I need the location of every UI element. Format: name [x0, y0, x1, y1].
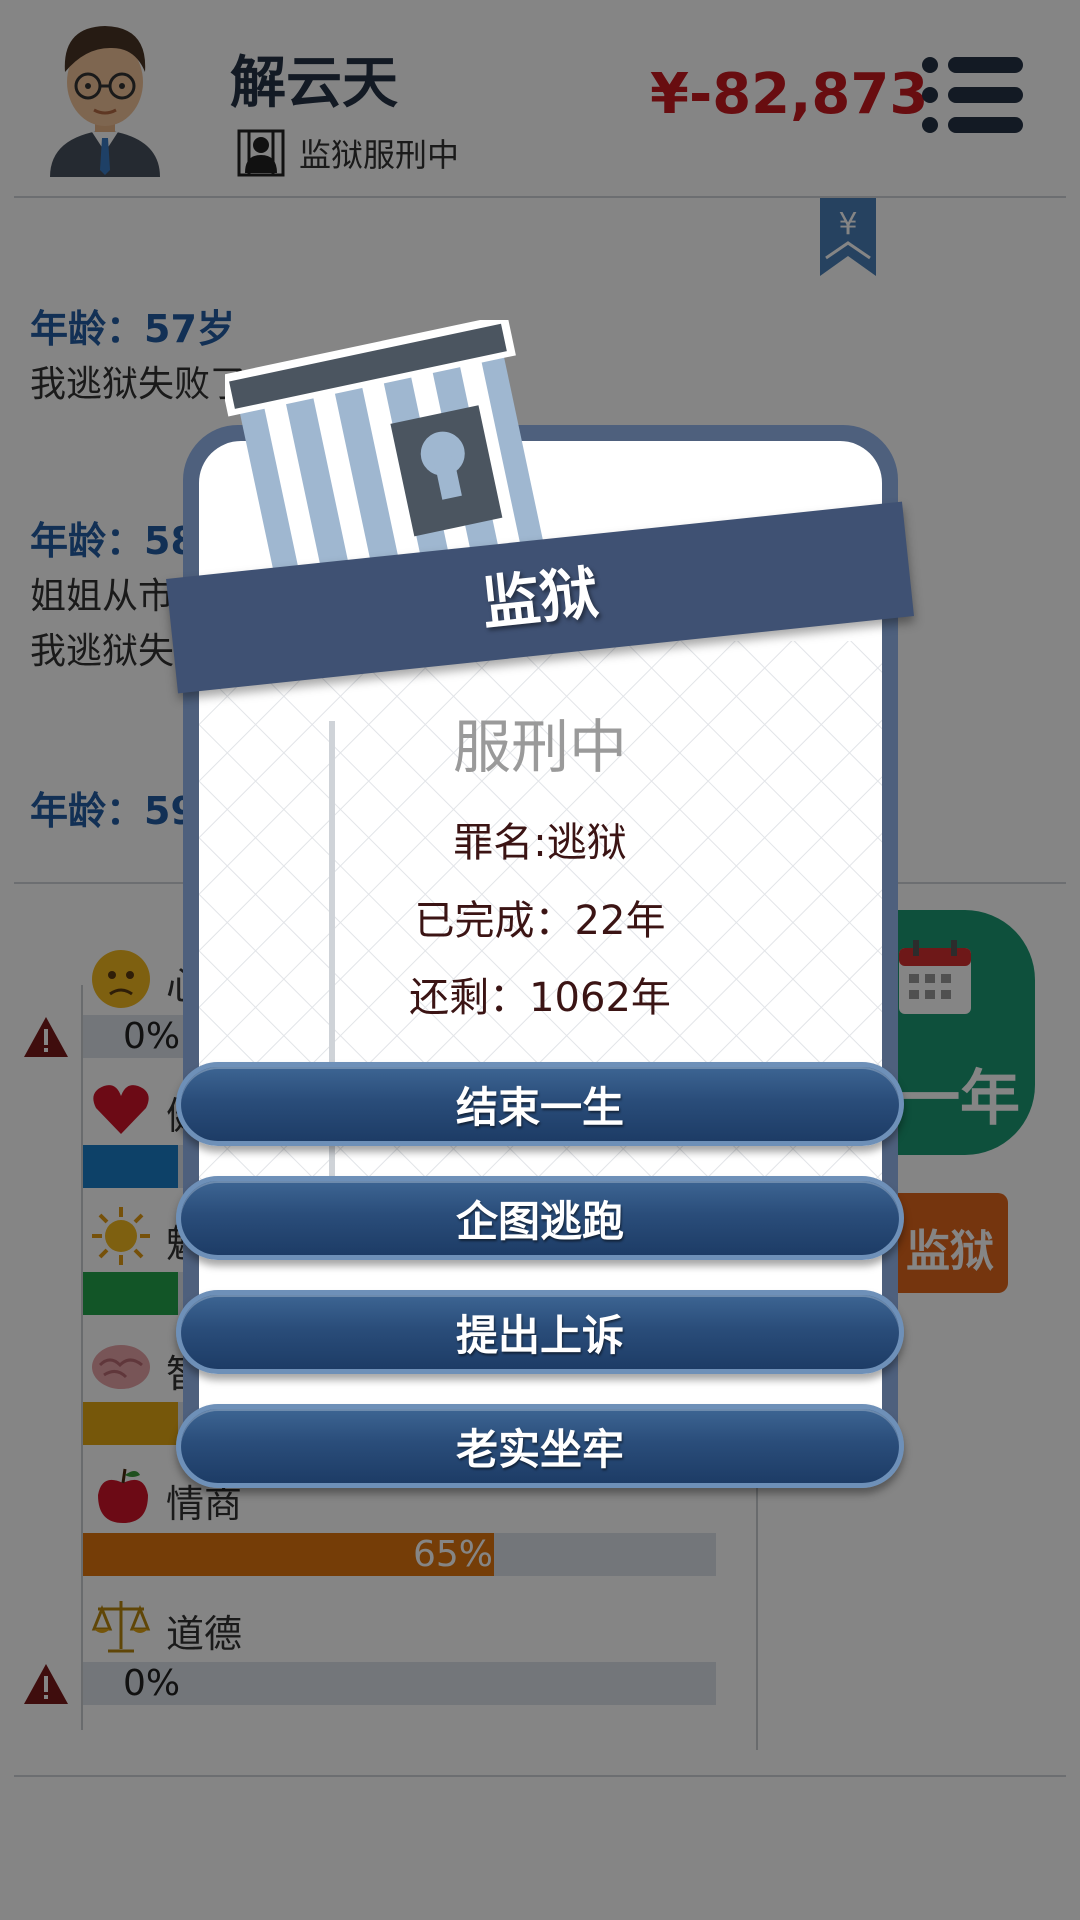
attempt-escape-button-label: 企图逃跑: [455, 1196, 624, 1246]
file-appeal-button-label: 提出上诉: [455, 1310, 624, 1360]
end-life-button-label: 结束一生: [455, 1082, 624, 1132]
serve-sentence-button-label: 老实坐牢: [455, 1424, 624, 1474]
file-appeal-button[interactable]: 提出上诉: [176, 1290, 904, 1374]
attempt-escape-button[interactable]: 企图逃跑: [176, 1176, 904, 1260]
remaining-years-text: 还剩：1062年: [409, 975, 671, 1021]
jail-icon: [225, 320, 551, 580]
dialog-status: 服刑中: [452, 713, 627, 781]
completed-years-text: 已完成：22年: [414, 898, 666, 944]
crime-text: 罪名:逃狱: [453, 820, 627, 866]
end-life-button[interactable]: 结束一生: [176, 1062, 904, 1146]
serve-sentence-button[interactable]: 老实坐牢: [176, 1404, 904, 1488]
